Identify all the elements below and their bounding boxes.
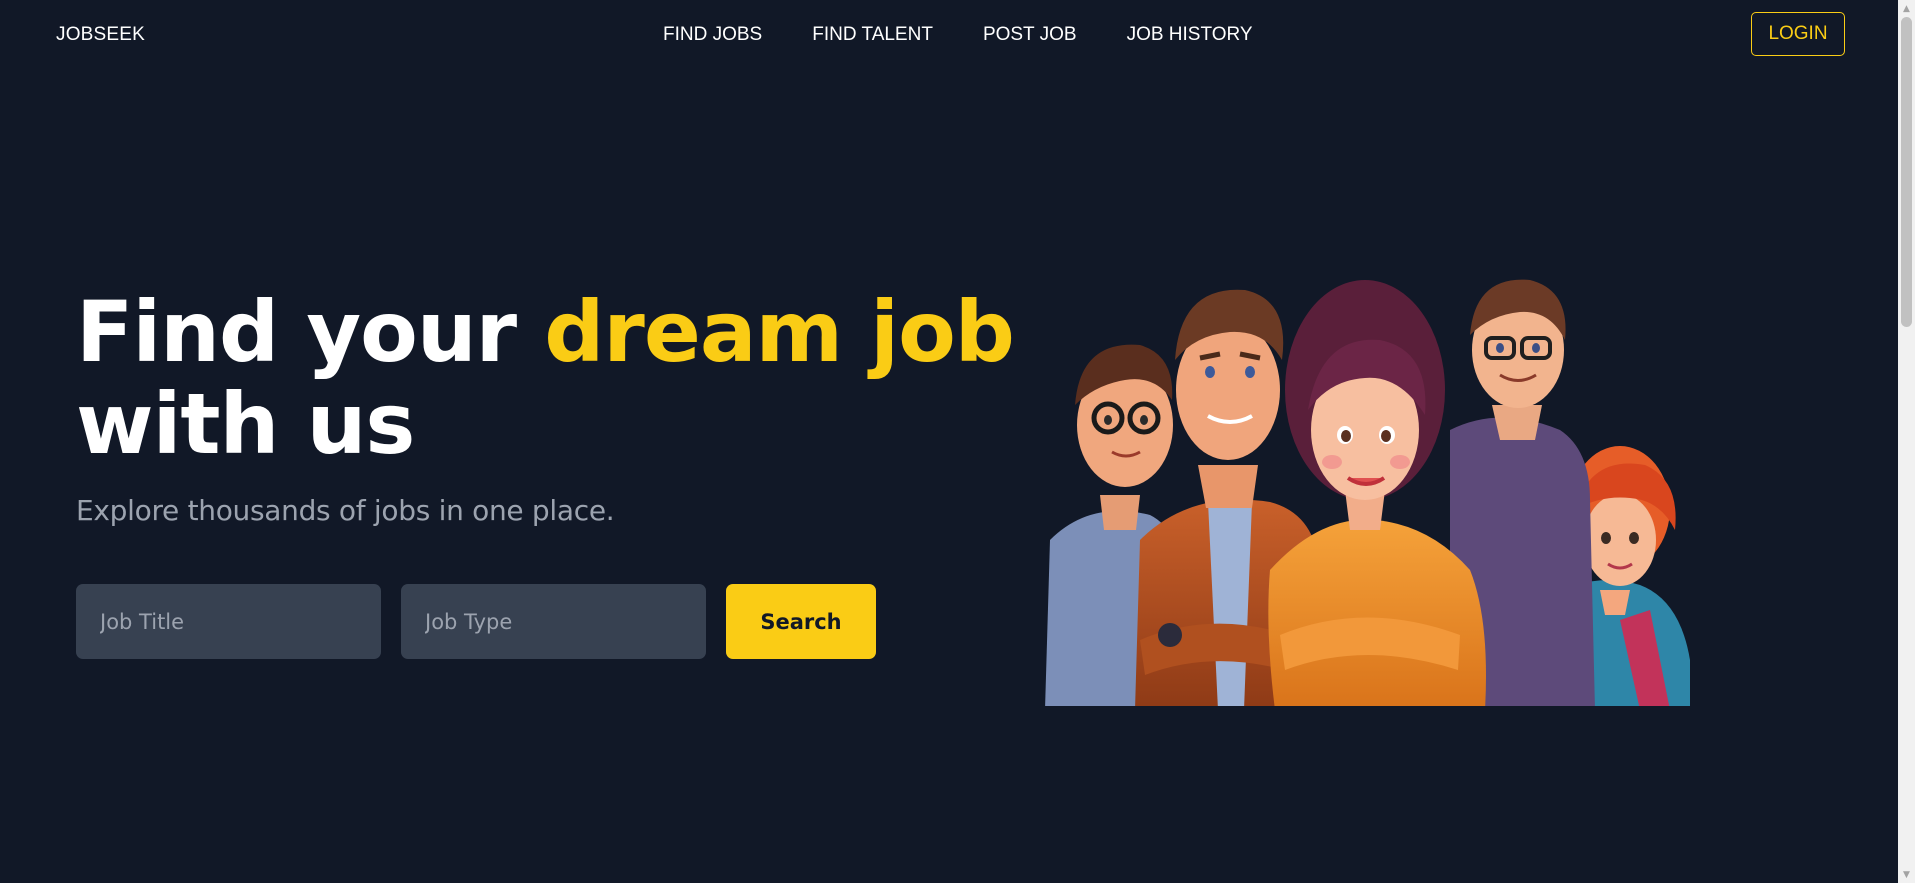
job-type-input[interactable] [401, 584, 706, 659]
job-title-input[interactable] [76, 584, 381, 659]
nav-job-history[interactable]: JOB HISTORY [1127, 24, 1253, 46]
hero-title-part2: with us [76, 375, 415, 473]
hero-subtitle: Explore thousands of jobs in one place. [76, 494, 615, 527]
nav-post-job[interactable]: POST JOB [983, 24, 1077, 46]
main-nav: FIND JOBS FIND TALENT POST JOB JOB HISTO… [663, 24, 1253, 46]
scroll-up-arrow-icon[interactable]: ▲ [1898, 0, 1915, 17]
nav-find-jobs[interactable]: FIND JOBS [663, 24, 762, 46]
hero-title-part1: Find your [76, 283, 545, 381]
scrollbar-thumb[interactable] [1901, 17, 1912, 327]
site-logo[interactable]: JOBSEEK [56, 24, 145, 46]
scroll-down-arrow-icon[interactable]: ▼ [1898, 866, 1915, 883]
search-button[interactable]: Search [726, 584, 876, 659]
group-of-people-illustration [1045, 279, 1690, 706]
vertical-scrollbar[interactable]: ▲ ▼ [1898, 0, 1915, 883]
nav-find-talent[interactable]: FIND TALENT [812, 24, 933, 46]
login-button[interactable]: LOGIN [1751, 12, 1845, 56]
hero-title-accent: dream job [544, 283, 1015, 381]
page: JOBSEEK FIND JOBS FIND TALENT POST JOB J… [0, 0, 1898, 883]
hero-title: Find your dream job with us [76, 283, 1015, 473]
